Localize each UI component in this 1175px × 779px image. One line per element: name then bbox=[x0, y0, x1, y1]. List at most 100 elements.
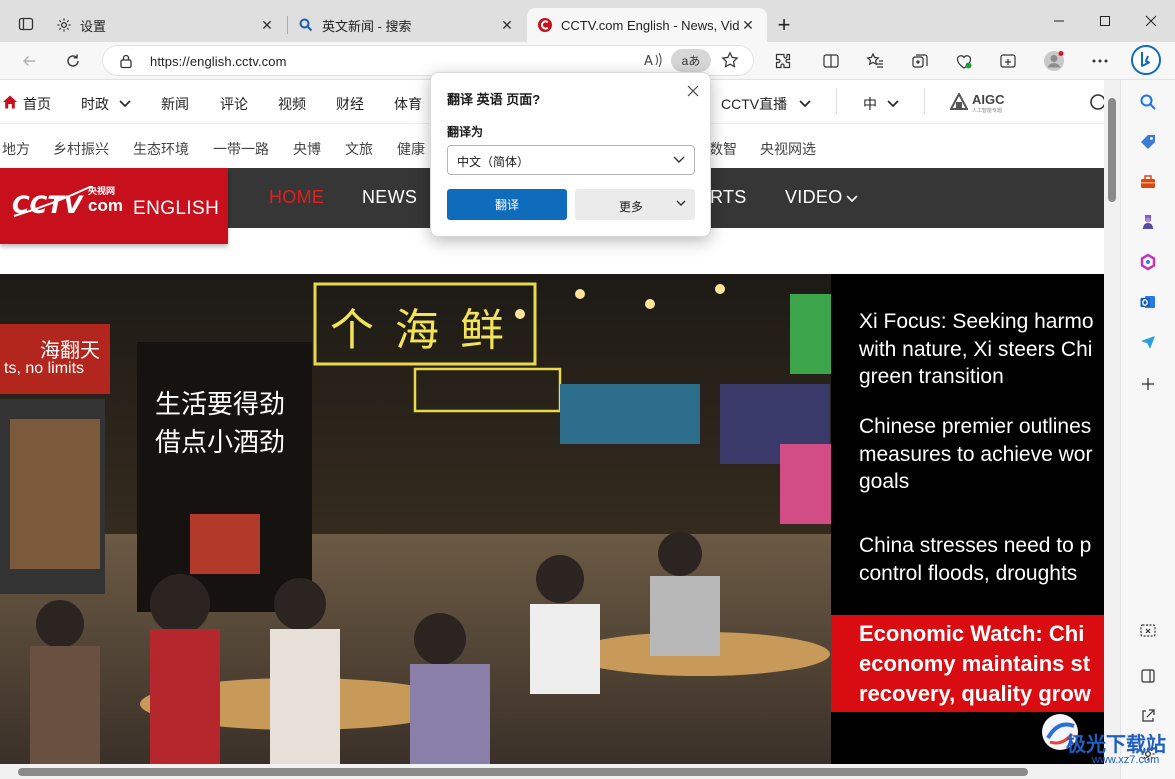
collections-icon[interactable] bbox=[905, 46, 935, 76]
more-menu-icon[interactable] bbox=[1085, 46, 1115, 76]
split-screen-icon[interactable] bbox=[816, 46, 846, 76]
headline-line: goals bbox=[859, 470, 910, 493]
subchannel-travel[interactable]: 文旅 bbox=[345, 139, 373, 159]
channel-opinion[interactable]: 评论 bbox=[220, 94, 248, 114]
outlook-icon[interactable] bbox=[1134, 288, 1162, 316]
channel-home[interactable]: 首页 bbox=[23, 94, 51, 114]
read-aloud-icon[interactable]: A bbox=[643, 50, 663, 73]
microsoft365-icon[interactable] bbox=[1134, 248, 1162, 276]
hero-image[interactable]: 个 海 鲜 生活要得劲 借点小酒劲 海翻天 ts, no limits bbox=[0, 274, 831, 766]
nav-video[interactable]: VIDEO bbox=[785, 187, 843, 208]
nav-news[interactable]: NEWS bbox=[362, 187, 417, 208]
tab-settings[interactable]: 设置 ✕ bbox=[46, 8, 286, 42]
headline-line: measures to achieve wor bbox=[859, 443, 1093, 466]
chevron-down-icon[interactable] bbox=[845, 192, 859, 207]
screen-capture-icon[interactable] bbox=[1134, 617, 1162, 645]
send-icon[interactable] bbox=[1134, 328, 1162, 356]
search-icon[interactable] bbox=[1134, 88, 1162, 116]
nav-sports[interactable]: RTS bbox=[710, 187, 747, 208]
subchannel-digital[interactable]: 数智 bbox=[709, 139, 737, 159]
refresh-button[interactable] bbox=[58, 46, 88, 76]
tab-title: 英文新闻 - 搜索 bbox=[322, 18, 412, 34]
selected-language: 中文（简体） bbox=[457, 155, 530, 169]
search-icon[interactable] bbox=[1088, 92, 1104, 115]
window-close-button[interactable] bbox=[1128, 6, 1174, 36]
browser-essentials-icon[interactable] bbox=[949, 46, 979, 76]
chevron-down-icon[interactable] bbox=[798, 97, 812, 112]
logo-english-text: ENGLISH bbox=[133, 198, 220, 219]
channel-finance[interactable]: 财经 bbox=[336, 94, 364, 114]
channel-video[interactable]: 视频 bbox=[278, 94, 306, 114]
scrollbar-thumb[interactable] bbox=[18, 768, 1028, 776]
target-language-select[interactable]: 中文（简体） bbox=[447, 145, 695, 175]
aigc-logo-icon[interactable] bbox=[949, 91, 969, 114]
tools-icon[interactable] bbox=[1134, 168, 1162, 196]
favorite-star-icon[interactable] bbox=[721, 51, 739, 72]
neon-sign-char-3: 鲜 bbox=[460, 305, 504, 356]
subchannel-health[interactable]: 健康 bbox=[397, 139, 425, 159]
home-icon[interactable] bbox=[2, 94, 18, 113]
subchannel-local[interactable]: 地方 bbox=[2, 139, 30, 159]
back-button[interactable] bbox=[14, 46, 44, 76]
url-text: https://english.cctv.com bbox=[150, 54, 287, 69]
nav-home[interactable]: HOME bbox=[269, 187, 324, 208]
featured-headline[interactable]: Economic Watch: Chi economy maintains st… bbox=[831, 615, 1104, 712]
headline-line: China stresses need to p bbox=[859, 534, 1092, 557]
subchannel-selection[interactable]: 央视网选 bbox=[760, 139, 816, 159]
chevron-down-icon[interactable] bbox=[118, 97, 132, 112]
headline-line: recovery, quality grow bbox=[859, 681, 1091, 706]
neon-sign-char-1: 个 bbox=[330, 305, 374, 356]
close-icon[interactable] bbox=[683, 81, 703, 101]
close-icon[interactable]: ✕ bbox=[258, 16, 276, 34]
horizontal-scrollbar[interactable] bbox=[0, 764, 1120, 779]
channel-news[interactable]: 新闻 bbox=[161, 94, 189, 114]
subchannel-rural[interactable]: 乡村振兴 bbox=[53, 139, 109, 159]
language-switch[interactable]: 中 bbox=[863, 94, 877, 114]
cctv-favicon-icon bbox=[537, 17, 553, 33]
watermark-url: www.xz7.com bbox=[1092, 754, 1160, 766]
tab-title: 设置 bbox=[80, 18, 107, 34]
maximize-button[interactable] bbox=[1082, 6, 1128, 36]
add-icon[interactable] bbox=[1134, 370, 1162, 398]
subchannel-ecology[interactable]: 生态环境 bbox=[133, 139, 189, 159]
chevron-down-icon[interactable] bbox=[886, 97, 900, 112]
headline-line: economy maintains st bbox=[859, 651, 1091, 676]
aigc-label[interactable]: AIGC bbox=[972, 92, 1005, 107]
subchannel-museum[interactable]: 央博 bbox=[293, 139, 321, 159]
screenshot-icon[interactable] bbox=[993, 46, 1023, 76]
headline-line: Economic Watch: Chi bbox=[859, 621, 1085, 646]
sidebar-layout-icon[interactable] bbox=[1134, 662, 1162, 690]
profile-avatar[interactable] bbox=[1039, 46, 1069, 76]
headline-line: Xi Focus: Seeking harmo bbox=[859, 310, 1094, 333]
channel-politics[interactable]: 时政 bbox=[81, 94, 109, 114]
lock-icon[interactable] bbox=[119, 53, 133, 72]
tab-actions-icon[interactable] bbox=[12, 10, 40, 38]
close-icon[interactable]: ✕ bbox=[498, 16, 516, 34]
channel-live[interactable]: CCTV直播 bbox=[721, 94, 787, 114]
games-icon[interactable] bbox=[1134, 208, 1162, 236]
scrollbar-thumb[interactable] bbox=[1108, 98, 1116, 202]
chevron-down-icon bbox=[672, 154, 686, 168]
favorites-icon[interactable] bbox=[860, 46, 890, 76]
translate-button[interactable]: 翻译 bbox=[447, 189, 567, 220]
divider bbox=[836, 88, 837, 114]
vertical-scrollbar[interactable] bbox=[1104, 80, 1120, 766]
chevron-down-icon[interactable] bbox=[675, 198, 687, 212]
watermark-logo: 极光下载站 www.xz7.com bbox=[1040, 710, 1170, 772]
channel-sports[interactable]: 体育 bbox=[394, 94, 422, 114]
watermark-brand: 极光下载站 bbox=[1066, 732, 1166, 756]
tab-search[interactable]: 英文新闻 - 搜索 ✕ bbox=[288, 8, 526, 42]
new-tab-button[interactable]: + bbox=[770, 11, 798, 39]
tab-strip: 设置 ✕ 英文新闻 - 搜索 ✕ CCTV.com English - News… bbox=[0, 0, 1175, 44]
bing-copilot-icon[interactable] bbox=[1130, 44, 1162, 76]
shopping-tag-icon[interactable] bbox=[1134, 128, 1162, 156]
more-options-button[interactable]: 更多 bbox=[575, 189, 695, 220]
headline-panel: Xi Focus: Seeking harmo with nature, Xi … bbox=[831, 274, 1104, 766]
translate-icon[interactable]: aあ bbox=[671, 49, 711, 72]
tab-cctv[interactable]: CCTV.com English - News, Videos ✕ bbox=[527, 8, 767, 42]
subchannel-belt-road[interactable]: 一带一路 bbox=[213, 139, 269, 159]
close-icon[interactable]: ✕ bbox=[739, 16, 757, 34]
extensions-icon[interactable] bbox=[768, 46, 798, 76]
minimize-button[interactable] bbox=[1036, 6, 1082, 36]
cctv-logo[interactable]: CCTV 央视网 com ENGLISH bbox=[0, 168, 228, 244]
